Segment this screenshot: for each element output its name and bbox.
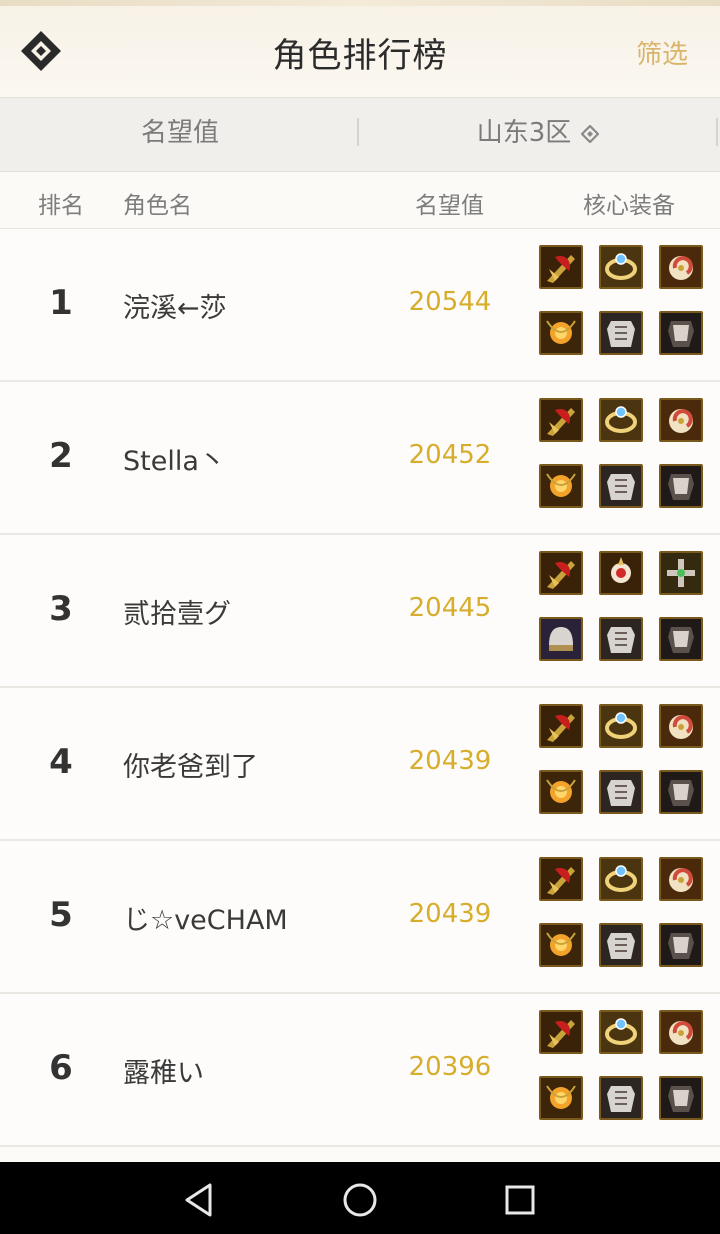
- red-dragon-weapon-icon[interactable]: [539, 857, 583, 901]
- tab-metric-label: 名望值: [140, 118, 219, 148]
- dark-armor-icon[interactable]: [659, 770, 703, 814]
- reputation-score: 20396: [408, 1052, 492, 1082]
- red-dragon-weapon-icon[interactable]: [539, 245, 583, 289]
- ranking-row[interactable]: 2 Stella丶 20452: [0, 382, 720, 535]
- dark-armor-icon[interactable]: [659, 1076, 703, 1120]
- system-nav-bar: [0, 1162, 720, 1234]
- character-name[interactable]: 浣溪←莎: [123, 286, 227, 325]
- ruby-brooch-icon[interactable]: [599, 551, 643, 595]
- pearl-shell-icon[interactable]: [659, 398, 703, 442]
- dark-armor-icon[interactable]: [659, 464, 703, 508]
- rank-number: 6: [49, 1048, 73, 1088]
- ranking-row[interactable]: 5 じ☆veCHAM 20439: [0, 841, 720, 994]
- rank-number: 1: [49, 283, 73, 323]
- amber-necklace-icon[interactable]: [539, 311, 583, 355]
- silver-armor-icon[interactable]: [599, 617, 643, 661]
- home-circle-icon[interactable]: [340, 1180, 380, 1220]
- dark-armor-icon[interactable]: [659, 311, 703, 355]
- silver-helm-icon[interactable]: [539, 617, 583, 661]
- amber-necklace-icon[interactable]: [539, 464, 583, 508]
- silver-armor-icon[interactable]: [599, 770, 643, 814]
- green-cross-icon[interactable]: [659, 551, 703, 595]
- back-triangle-icon[interactable]: [180, 1180, 220, 1220]
- red-dragon-weapon-icon[interactable]: [539, 1010, 583, 1054]
- pearl-shell-icon[interactable]: [659, 857, 703, 901]
- silver-armor-icon[interactable]: [599, 1076, 643, 1120]
- silver-armor-icon[interactable]: [599, 311, 643, 355]
- ranking-row[interactable]: 4 你老爸到了 20439: [0, 688, 720, 841]
- blue-gem-ring-icon[interactable]: [599, 704, 643, 748]
- tab-server[interactable]: 山东3区: [360, 98, 716, 171]
- filter-button[interactable]: 筛选: [636, 34, 688, 71]
- ranking-row[interactable]: 1 浣溪←莎 20544: [0, 229, 720, 382]
- pearl-shell-icon[interactable]: [659, 245, 703, 289]
- reputation-score: 20445: [408, 593, 492, 623]
- character-name[interactable]: じ☆veCHAM: [123, 898, 288, 937]
- blue-gem-ring-icon[interactable]: [599, 398, 643, 442]
- tab-metric[interactable]: 名望值: [0, 98, 360, 171]
- amber-necklace-icon[interactable]: [539, 923, 583, 967]
- tab-divider: [716, 118, 718, 146]
- tab-server-label: 山东3区: [476, 118, 572, 148]
- rank-number: 3: [49, 589, 73, 629]
- top-bar: 角色排行榜 筛选: [0, 0, 720, 98]
- silver-armor-icon[interactable]: [599, 464, 643, 508]
- silver-armor-icon[interactable]: [599, 923, 643, 967]
- amber-necklace-icon[interactable]: [539, 1076, 583, 1120]
- column-score: 名望值: [415, 193, 484, 219]
- blue-gem-ring-icon[interactable]: [599, 857, 643, 901]
- recents-square-icon[interactable]: [500, 1180, 540, 1220]
- filter-tabs: 名望值 山东3区: [0, 98, 720, 172]
- ranking-row[interactable]: 6 露稚い 20396: [0, 994, 720, 1147]
- dark-armor-icon[interactable]: [659, 617, 703, 661]
- red-dragon-weapon-icon[interactable]: [539, 551, 583, 595]
- column-equipment: 核心装备: [583, 193, 675, 219]
- blue-gem-ring-icon[interactable]: [599, 245, 643, 289]
- column-header: 排名 角色名 名望值 核心装备: [0, 172, 720, 229]
- diamond-chevron-icon: [581, 125, 600, 143]
- rank-number: 4: [49, 742, 73, 782]
- red-dragon-weapon-icon[interactable]: [539, 398, 583, 442]
- character-name[interactable]: Stella丶: [123, 439, 226, 478]
- page-title: 角色排行榜: [272, 36, 448, 76]
- character-name[interactable]: 露稚い: [123, 1051, 204, 1090]
- amber-necklace-icon[interactable]: [539, 770, 583, 814]
- reputation-score: 20452: [408, 440, 492, 470]
- dark-armor-icon[interactable]: [659, 923, 703, 967]
- rank-number: 5: [49, 895, 73, 935]
- rank-number: 2: [49, 436, 73, 476]
- reputation-score: 20544: [408, 287, 492, 317]
- reputation-score: 20439: [408, 899, 492, 929]
- ranking-row[interactable]: 3 贰拾壹グ 20445: [0, 535, 720, 688]
- character-name[interactable]: 贰拾壹グ: [123, 592, 231, 631]
- pearl-shell-icon[interactable]: [659, 1010, 703, 1054]
- reputation-score: 20439: [408, 746, 492, 776]
- pearl-shell-icon[interactable]: [659, 704, 703, 748]
- column-name: 角色名: [123, 193, 192, 219]
- ranking-list: 1 浣溪←莎 20544 2 Stella丶 20452 3 贰拾壹グ 20445 4 你老爸到了 2…: [0, 229, 720, 1147]
- red-dragon-weapon-icon[interactable]: [539, 704, 583, 748]
- column-rank: 排名: [38, 193, 84, 219]
- tab-divider: [357, 118, 359, 146]
- character-name[interactable]: 你老爸到了: [123, 745, 258, 784]
- blue-gem-ring-icon[interactable]: [599, 1010, 643, 1054]
